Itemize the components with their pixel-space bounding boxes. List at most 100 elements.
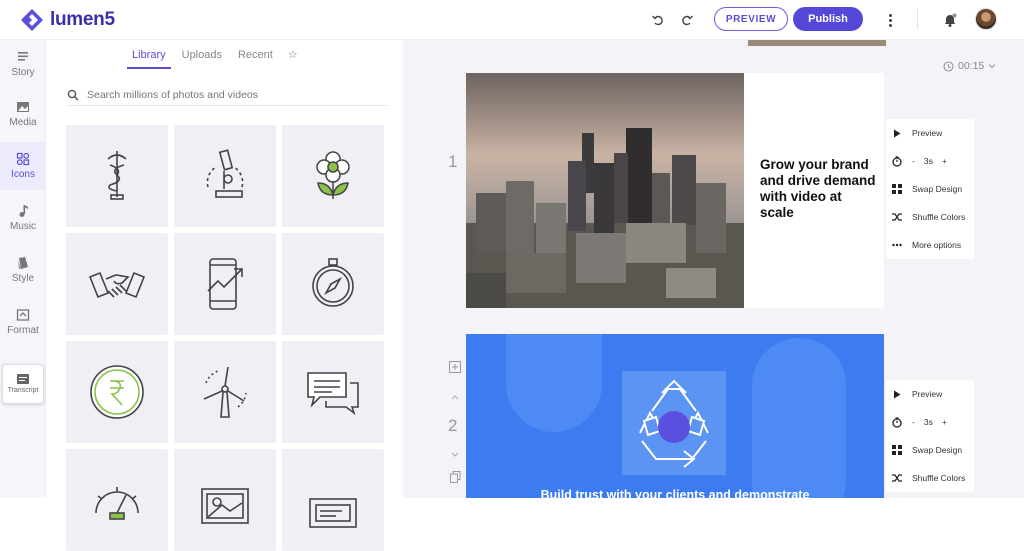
rail-item-icons[interactable]: Icons (0, 142, 46, 190)
city-skyline-image (466, 73, 744, 308)
story-icon (18, 52, 28, 61)
play-icon (892, 128, 902, 138)
top-bar: lumen5 PREVIEW Publish (0, 0, 1024, 40)
tab-uploads[interactable]: Uploads (177, 46, 227, 69)
increase-duration-button[interactable]: + (942, 417, 947, 427)
grid-icon (892, 184, 902, 194)
more-options-button[interactable]: More options (886, 231, 974, 259)
media-icon (17, 102, 29, 112)
icon-tile-picture-frame[interactable] (174, 449, 276, 551)
total-duration[interactable]: 00:15 (943, 60, 996, 72)
swap-design-button[interactable]: Swap Design (886, 436, 974, 464)
scene-2-options: Preview - 3s + Swap Design Shuffle Color… (886, 380, 974, 492)
scene-1-slide[interactable]: Grow your brand and drive demand with vi… (466, 73, 884, 308)
rail-item-format[interactable]: Format (0, 298, 46, 346)
previous-scene-thumbnail[interactable] (748, 40, 886, 46)
wind-turbine-icon (203, 366, 247, 418)
move-down-icon[interactable] (448, 448, 462, 462)
preview-button[interactable]: PREVIEW (714, 7, 788, 31)
duration-stepper: - 3s + (886, 408, 974, 436)
icon-tile-microscope[interactable] (174, 125, 276, 227)
preview-scene-button[interactable]: Preview (886, 119, 974, 147)
icon-tile-chat-bubbles[interactable] (282, 341, 384, 443)
move-up-icon[interactable] (448, 390, 462, 404)
decorative-shape (752, 338, 846, 498)
icons-icon (16, 152, 30, 166)
decorative-shape (506, 334, 602, 432)
duration-stepper: - 3s + (886, 147, 974, 175)
timer-icon (892, 416, 902, 428)
scene-1-headline[interactable]: Grow your brand and drive demand with vi… (760, 157, 878, 221)
flower-icon (316, 151, 350, 199)
chevron-down-icon (988, 64, 996, 69)
screen-icon (309, 498, 357, 528)
rail-label: Music (9, 221, 37, 232)
icon-tile-rupee-coin[interactable] (66, 341, 168, 443)
more-menu-icon[interactable] (884, 10, 896, 30)
rail-label: Media (9, 117, 37, 128)
brand-name: lumen5 (50, 9, 115, 30)
scene-2-slide[interactable]: Build trust with your clients and demons… (466, 334, 884, 498)
left-nav-rail: Story Media Icons Music Style Format Tra… (0, 40, 46, 498)
icon-tile-compass[interactable] (282, 233, 384, 335)
search-input[interactable] (87, 88, 377, 101)
undo-icon[interactable] (648, 10, 668, 30)
duration-value: 3s (923, 417, 933, 427)
lumen5-logo-icon (21, 9, 43, 31)
notification-bell-icon[interactable] (940, 10, 960, 30)
shuffle-icon (892, 473, 902, 483)
search-icon (67, 89, 79, 101)
avatar[interactable] (975, 8, 997, 30)
duplicate-icon[interactable] (448, 470, 462, 484)
icon-tile-dashboard-gauge[interactable] (66, 449, 168, 551)
swap-design-button[interactable]: Swap Design (886, 175, 974, 203)
rail-item-media[interactable]: Media (0, 90, 46, 138)
tab-recent[interactable]: Recent (233, 46, 278, 69)
icon-tile-handshake[interactable] (66, 233, 168, 335)
transcript-icon (17, 374, 29, 384)
duration-value: 00:15 (958, 60, 985, 72)
rail-item-style[interactable]: Style (0, 246, 46, 294)
rupee-coin-icon (90, 365, 144, 419)
rail-item-story[interactable]: Story (0, 40, 46, 88)
icon-tile-screen[interactable] (282, 449, 384, 551)
rail-item-music[interactable]: Music (0, 194, 46, 242)
scene-canvas: 00:15 1 Grow your brand and drive demand… (403, 40, 1024, 498)
preview-label: Preview (912, 389, 943, 399)
increase-duration-button[interactable]: + (942, 156, 947, 166)
redo-icon[interactable] (677, 10, 697, 30)
add-scene-icon[interactable] (448, 360, 462, 374)
scene-2-caption[interactable]: Build trust with your clients and demons… (466, 488, 884, 498)
swap-design-label: Swap Design (912, 184, 963, 194)
preview-scene-button[interactable]: Preview (886, 380, 974, 408)
compass-icon (312, 258, 354, 307)
icon-tile-wind-turbine[interactable] (174, 341, 276, 443)
preview-label: Preview (912, 128, 943, 138)
rail-label: Icons (11, 169, 35, 180)
transcript-button[interactable]: Transcript (2, 364, 44, 404)
style-icon (18, 257, 28, 269)
shuffle-colors-button[interactable]: Shuffle Colors (886, 203, 974, 231)
publish-button[interactable]: Publish (793, 7, 863, 31)
duration-value: 3s (923, 156, 933, 166)
scene-number: 1 (448, 152, 458, 171)
recycle-handshake-icon (622, 371, 726, 475)
tab-library[interactable]: Library (127, 46, 171, 69)
icon-grid (66, 125, 387, 551)
decrease-duration-button[interactable]: - (912, 156, 915, 166)
shuffle-colors-button[interactable]: Shuffle Colors (886, 464, 974, 492)
clock-icon (943, 60, 954, 72)
format-icon (16, 309, 30, 321)
icon-tile-caduceus[interactable] (66, 125, 168, 227)
chat-bubbles-icon (307, 372, 359, 416)
library-panel: Library Uploads Recent ☆ (47, 40, 403, 551)
divider (917, 8, 918, 30)
logo[interactable]: lumen5 (20, 8, 115, 32)
search-bar (67, 84, 387, 106)
icon-tile-flower[interactable] (282, 125, 384, 227)
scene-1-options: Preview - 3s + Swap Design Shuffle Color… (886, 119, 974, 259)
more-options-label: More options (912, 240, 962, 250)
star-icon[interactable]: ☆ (284, 46, 302, 69)
decrease-duration-button[interactable]: - (912, 417, 915, 427)
icon-tile-phone-growth[interactable] (174, 233, 276, 335)
